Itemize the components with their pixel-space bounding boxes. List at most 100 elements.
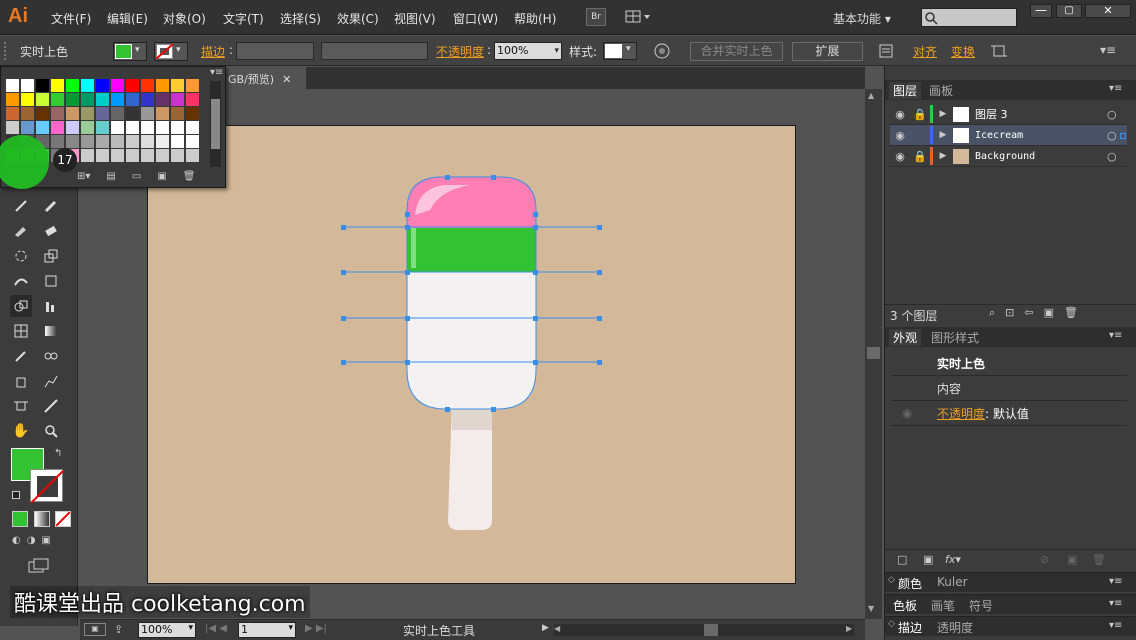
tab-transparency[interactable]: 透明度	[937, 619, 973, 636]
tab-artboards[interactable]: 画板	[929, 82, 953, 99]
swatch-cell[interactable]	[111, 149, 124, 162]
search-input[interactable]	[921, 8, 1017, 27]
collapse-icon[interactable]: ◇	[888, 575, 895, 585]
appearance-content[interactable]: 内容	[890, 376, 1127, 401]
add-effect-icon[interactable]: fx▾	[945, 553, 961, 566]
swatch-cell[interactable]	[126, 79, 139, 92]
swatch-cell[interactable]	[6, 93, 19, 106]
swatch-cell[interactable]	[51, 107, 64, 120]
page-dropdown[interactable]: 1 ▾	[238, 622, 296, 638]
lock-icon[interactable]: 🔒	[910, 108, 930, 121]
h-scroll-thumb[interactable]	[704, 624, 718, 636]
swatch-cell[interactable]	[96, 149, 109, 162]
duplicate-item-icon[interactable]: ▣	[1067, 553, 1077, 566]
swatch-cell[interactable]	[21, 121, 34, 134]
tab-kuler[interactable]: Kuler	[937, 575, 968, 589]
swatch-cell[interactable]	[81, 79, 94, 92]
swatch-cell[interactable]	[186, 121, 199, 134]
swatch-cell[interactable]	[36, 93, 49, 106]
swatch-cell[interactable]	[141, 107, 154, 120]
eye-icon[interactable]: ◉	[890, 108, 910, 121]
swatch-cell[interactable]	[126, 93, 139, 106]
swatch-cell[interactable]	[96, 107, 109, 120]
swatch-cell[interactable]	[111, 107, 124, 120]
swatch-cell[interactable]	[21, 93, 34, 106]
green-band[interactable]	[407, 228, 536, 272]
swatch-cell[interactable]	[111, 135, 124, 148]
tab-layers[interactable]: 图层	[889, 82, 922, 99]
color-menu-icon[interactable]: ▾≡	[1109, 576, 1122, 587]
export-icon[interactable]: ⇪	[114, 623, 123, 636]
scroll-thumb[interactable]	[867, 347, 880, 359]
swatches-menu-icon[interactable]: ▾≡	[1109, 598, 1122, 609]
layer-row[interactable]: ◉ 🔒 ▶ Background ○	[890, 146, 1127, 167]
eye-icon[interactable]: ◉	[902, 406, 912, 420]
swatch-cell[interactable]	[21, 107, 34, 120]
swatch-cell[interactable]	[156, 135, 169, 148]
swatch-cell[interactable]	[66, 93, 79, 106]
next-page-icon[interactable]: ▶ ▶|	[305, 623, 327, 634]
opacity-link[interactable]: 不透明度	[937, 407, 985, 421]
swatch-cell[interactable]	[186, 79, 199, 92]
swatch-cell[interactable]	[171, 79, 184, 92]
popup-scrollbar[interactable]	[210, 81, 221, 167]
swatch-cell[interactable]	[6, 121, 19, 134]
tab-symbols[interactable]: 符号	[969, 597, 993, 614]
swatch-cell[interactable]	[111, 93, 124, 106]
swatch-cell[interactable]	[156, 121, 169, 134]
layer-actions[interactable]: ⌕⊡⇦▣🗑	[989, 306, 1088, 320]
swatch-library-icon[interactable]: ⊞▾	[77, 171, 90, 185]
swatch-cell[interactable]	[96, 93, 109, 106]
clear-appearance-icon[interactable]: ⊘	[1040, 553, 1049, 566]
swatch-cell[interactable]	[171, 121, 184, 134]
add-fill-icon[interactable]: ▣	[923, 553, 933, 566]
expand-arrow-icon[interactable]: ▶	[933, 130, 953, 140]
swatch-cell[interactable]	[141, 149, 154, 162]
swatch-cell[interactable]	[51, 121, 64, 134]
swatch-cell[interactable]	[171, 149, 184, 162]
swatch-popup[interactable]: ▾≡ 17 ⊞▾ ▤ ▭ ▣ 🗑	[0, 66, 226, 189]
swatch-cell[interactable]	[96, 135, 109, 148]
swatch-cell[interactable]	[141, 79, 154, 92]
zoom-dropdown[interactable]: 100% ▾	[138, 622, 196, 638]
swatch-cell[interactable]	[66, 79, 79, 92]
swatch-cell[interactable]	[141, 135, 154, 148]
scroll-left-icon[interactable]: ◀	[554, 624, 560, 633]
stroke-menu-icon[interactable]: ▾≡	[1109, 620, 1122, 631]
swatch-cell[interactable]	[81, 149, 94, 162]
swatch-cell[interactable]	[96, 121, 109, 134]
scroll-up-icon[interactable]: ▲	[868, 91, 874, 100]
swatch-cell[interactable]	[81, 107, 94, 120]
swatch-cell[interactable]	[111, 121, 124, 134]
scroll-right-icon[interactable]: ▶	[846, 624, 852, 633]
swatch-cell[interactable]	[21, 79, 34, 92]
delete-swatch-icon[interactable]: 🗑	[183, 171, 196, 185]
swatch-cell[interactable]	[186, 149, 199, 162]
layer-name[interactable]: Icecream	[975, 130, 1107, 141]
swatch-cell[interactable]	[171, 135, 184, 148]
minimize-button[interactable]: —	[1030, 4, 1052, 18]
popup-menu-icon[interactable]: ▾≡	[210, 67, 223, 78]
target-icon[interactable]: ○	[1107, 108, 1127, 121]
swatch-cell[interactable]	[186, 93, 199, 106]
isolate-object-icon[interactable]	[991, 43, 1007, 59]
swatch-cell[interactable]	[66, 121, 79, 134]
close-button[interactable]: ✕	[1085, 4, 1131, 18]
layer-name[interactable]: Background	[975, 151, 1107, 162]
tab-graphic-styles[interactable]: 图形样式	[931, 329, 979, 346]
appearance-menu-icon[interactable]: ▾≡	[1109, 330, 1122, 341]
swatch-cell[interactable]	[156, 79, 169, 92]
swatch-cell[interactable]	[171, 93, 184, 106]
status-arrow-icon[interactable]: ▶	[542, 623, 549, 633]
tab-brushes[interactable]: 画笔	[931, 597, 955, 614]
swatch-cell[interactable]	[6, 79, 19, 92]
swatch-cell[interactable]	[156, 93, 169, 106]
appearance-opacity-row[interactable]: ◉ 不透明度: 默认值	[890, 401, 1127, 426]
swatch-cell[interactable]	[6, 107, 19, 120]
swatch-cell[interactable]	[126, 121, 139, 134]
transform-label[interactable]: 变换	[951, 43, 975, 60]
swatch-cell[interactable]	[171, 107, 184, 120]
swatch-cell[interactable]	[36, 121, 49, 134]
swatch-cell[interactable]	[111, 79, 124, 92]
delete-item-icon[interactable]: 🗑	[1092, 553, 1106, 566]
